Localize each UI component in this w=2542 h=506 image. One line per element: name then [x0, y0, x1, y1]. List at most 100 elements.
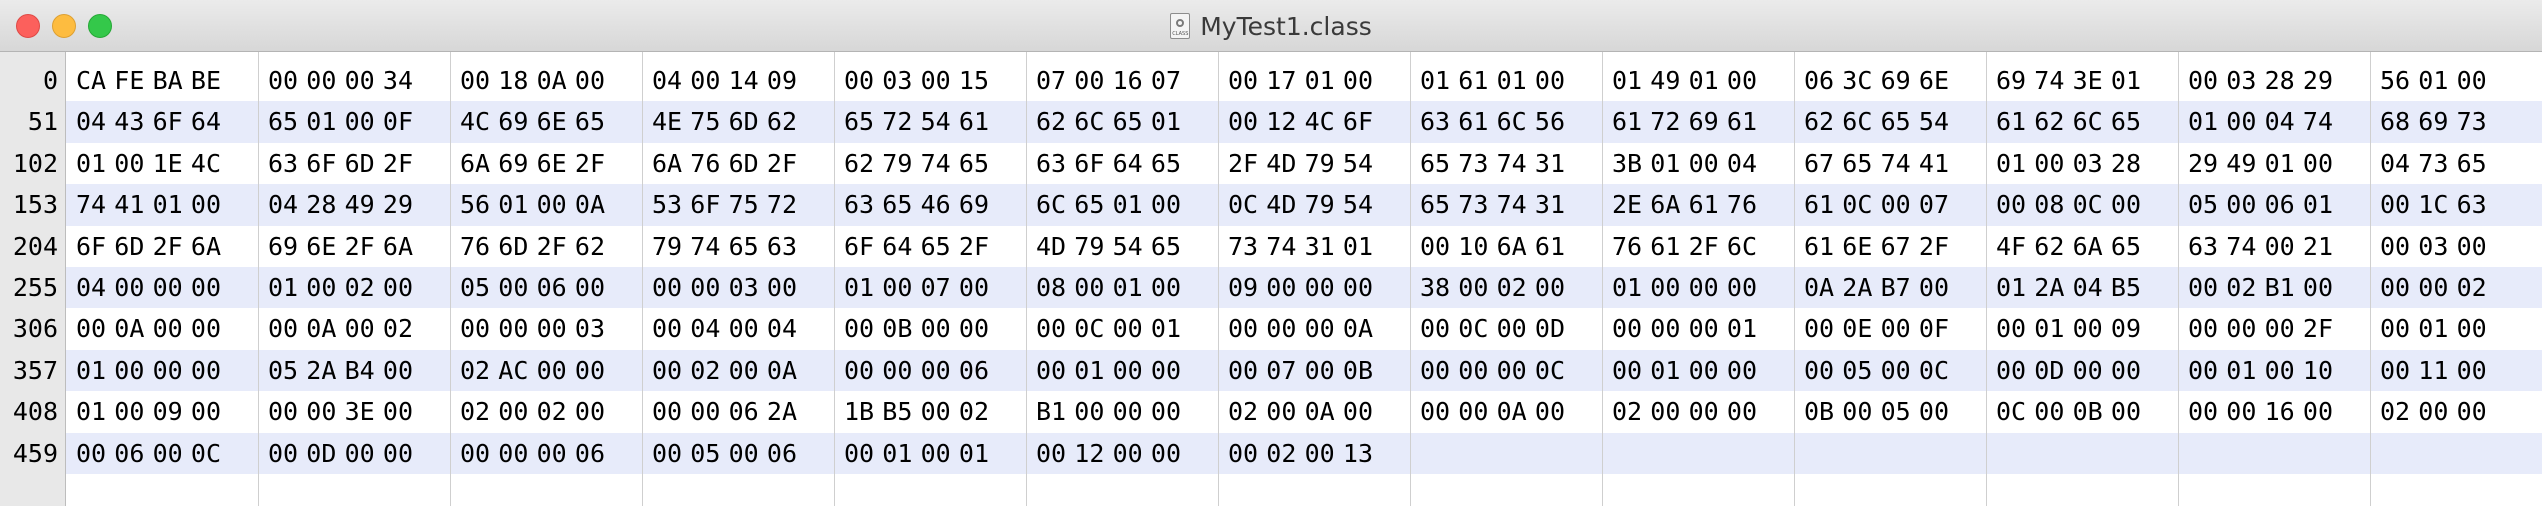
hex-byte[interactable]: 63 — [2457, 184, 2505, 225]
hex-byte[interactable]: 00 — [191, 308, 239, 349]
hex-byte[interactable]: 00 — [383, 391, 431, 432]
hex-byte[interactable]: 01 — [2303, 184, 2351, 225]
hex-byte[interactable]: 54 — [1919, 101, 1967, 142]
hex-byte[interactable]: 0A — [575, 184, 623, 225]
hex-byte[interactable]: 6C — [1727, 226, 1775, 267]
hex-byte[interactable]: 00 — [1343, 391, 1391, 432]
hex-byte[interactable]: 00 — [2457, 60, 2505, 101]
hex-byte[interactable]: 61 — [959, 101, 1007, 142]
hex-byte[interactable]: 00 — [191, 350, 239, 391]
hex-byte[interactable]: 09 — [767, 60, 815, 101]
hex-byte[interactable]: 0C — [1919, 350, 1967, 391]
hex-byte[interactable]: 00 — [959, 267, 1007, 308]
hex-byte[interactable]: 0F — [1919, 308, 1967, 349]
hex-byte[interactable]: 13 — [1343, 433, 1391, 474]
hex-byte[interactable]: 2F — [383, 143, 431, 184]
hex-byte[interactable]: 0A — [1343, 308, 1391, 349]
class-file-icon[interactable] — [1170, 13, 1191, 39]
hex-byte[interactable]: 04 — [1727, 143, 1775, 184]
hex-byte[interactable]: 00 — [2457, 391, 2505, 432]
hex-byte[interactable]: 07 — [1151, 60, 1199, 101]
hex-byte[interactable]: 00 — [1535, 391, 1583, 432]
hex-byte[interactable]: 02 — [2457, 267, 2505, 308]
hex-byte[interactable]: 00 — [959, 308, 1007, 349]
hex-byte[interactable]: 6A — [191, 226, 239, 267]
hex-byte[interactable]: 00 — [383, 267, 431, 308]
hex-byte[interactable]: 00 — [767, 267, 815, 308]
hex-byte[interactable]: 65 — [2457, 143, 2505, 184]
hex-byte[interactable]: 00 — [1151, 350, 1199, 391]
hex-byte[interactable]: 00 — [2457, 350, 2505, 391]
hex-byte[interactable]: 6A — [383, 226, 431, 267]
hex-byte[interactable]: 31 — [1535, 184, 1583, 225]
hex-byte[interactable]: 00 — [191, 391, 239, 432]
hex-byte[interactable]: 61 — [1535, 226, 1583, 267]
hex-byte[interactable]: 00 — [383, 433, 431, 474]
hex-byte[interactable]: 00 — [1727, 60, 1775, 101]
hex-byte[interactable]: 00 — [1727, 350, 1775, 391]
hex-byte[interactable]: 0A — [767, 350, 815, 391]
hex-byte[interactable]: 06 — [575, 433, 623, 474]
hex-byte[interactable]: 00 — [2111, 391, 2159, 432]
hex-byte[interactable]: 54 — [1343, 143, 1391, 184]
hex-byte[interactable]: 6E — [1919, 60, 1967, 101]
hex-byte[interactable]: 2F — [575, 143, 623, 184]
hex-byte[interactable]: 00 — [2111, 184, 2159, 225]
hex-byte[interactable]: 06 — [959, 350, 1007, 391]
hex-byte[interactable]: 00 — [191, 267, 239, 308]
hex-byte[interactable]: 74 — [2303, 101, 2351, 142]
hex-byte[interactable]: 65 — [575, 101, 623, 142]
hex-byte[interactable]: 69 — [959, 184, 1007, 225]
hex-byte[interactable]: 65 — [1151, 143, 1199, 184]
hex-byte[interactable]: 00 — [1151, 184, 1199, 225]
hex-byte[interactable]: 56 — [1535, 101, 1583, 142]
hex-byte[interactable]: 29 — [383, 184, 431, 225]
hex-byte[interactable]: 00 — [1151, 267, 1199, 308]
hex-byte[interactable]: 00 — [1727, 267, 1775, 308]
hex-byte[interactable]: 21 — [2303, 226, 2351, 267]
hex-byte[interactable]: 00 — [1919, 267, 1967, 308]
hex-byte[interactable]: 54 — [1343, 184, 1391, 225]
hex-byte[interactable]: 00 — [1535, 60, 1583, 101]
hex-byte[interactable]: 00 — [2303, 267, 2351, 308]
hex-byte[interactable]: 04 — [767, 308, 815, 349]
hex-byte[interactable]: BE — [191, 60, 239, 101]
hex-byte[interactable]: 0C — [1535, 350, 1583, 391]
hex-byte[interactable]: 00 — [1343, 60, 1391, 101]
hex-byte[interactable]: 2A — [767, 391, 815, 432]
hex-byte[interactable]: 00 — [2457, 226, 2505, 267]
hex-byte[interactable]: 00 — [575, 391, 623, 432]
hex-byte[interactable]: 72 — [767, 184, 815, 225]
hex-byte[interactable]: 0F — [383, 101, 431, 142]
hex-byte[interactable]: 65 — [1151, 226, 1199, 267]
hex-byte[interactable]: 01 — [1151, 101, 1199, 142]
hex-byte[interactable]: 29 — [2303, 60, 2351, 101]
hex-byte[interactable]: 34 — [383, 60, 431, 101]
hex-byte[interactable]: 02 — [383, 308, 431, 349]
hex-byte[interactable]: 00 — [2303, 391, 2351, 432]
hex-byte[interactable]: 76 — [1727, 184, 1775, 225]
hex-byte[interactable]: 65 — [959, 143, 1007, 184]
hex-byte[interactable]: 65 — [2111, 101, 2159, 142]
hex-byte[interactable]: 31 — [1535, 143, 1583, 184]
hex-byte[interactable]: 4C — [191, 143, 239, 184]
hex-byte[interactable]: 15 — [959, 60, 1007, 101]
hex-byte[interactable]: 00 — [2111, 350, 2159, 391]
hex-byte[interactable]: 41 — [1919, 143, 1967, 184]
hex-byte[interactable]: 01 — [1343, 226, 1391, 267]
hex-byte[interactable]: 28 — [2111, 143, 2159, 184]
hex-byte[interactable]: 10 — [2303, 350, 2351, 391]
hex-byte[interactable]: 01 — [959, 433, 1007, 474]
hex-byte[interactable]: 00 — [1535, 267, 1583, 308]
hex-byte[interactable]: 0C — [191, 433, 239, 474]
hex-byte[interactable]: 03 — [575, 308, 623, 349]
hex-byte[interactable]: 01 — [1151, 308, 1199, 349]
hex-byte[interactable]: 2F — [767, 143, 815, 184]
hex-byte[interactable]: 0B — [1343, 350, 1391, 391]
hex-byte[interactable]: 00 — [1151, 433, 1199, 474]
hex-byte[interactable]: 2F — [1919, 226, 1967, 267]
hex-byte[interactable]: B5 — [2111, 267, 2159, 308]
hex-byte[interactable]: 01 — [2111, 60, 2159, 101]
hex-byte[interactable]: 00 — [575, 267, 623, 308]
hex-byte[interactable]: 02 — [959, 391, 1007, 432]
